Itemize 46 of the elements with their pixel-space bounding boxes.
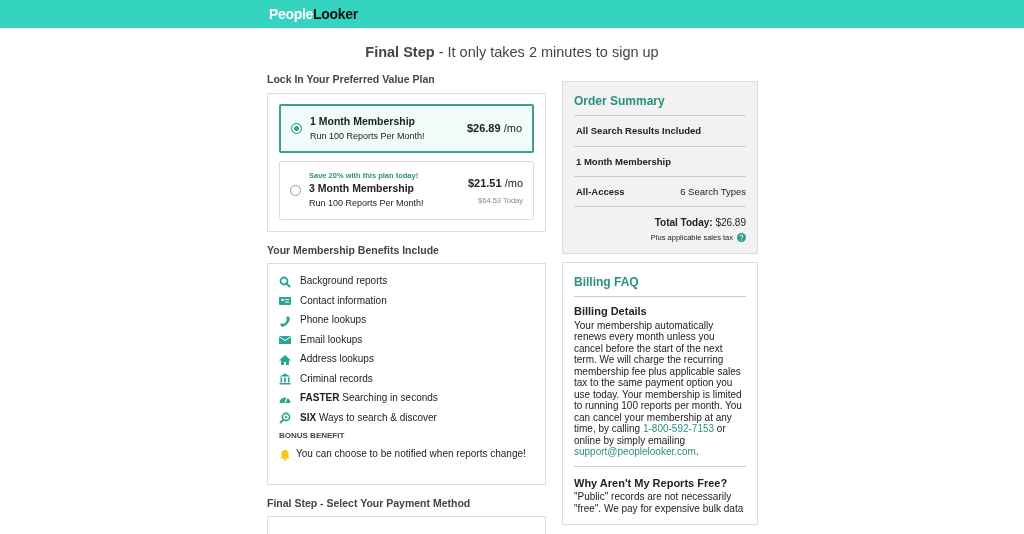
plan-option[interactable]: 1 Month Membership Run 100 Reports Per Month! $26.89 /mo: [279, 104, 534, 154]
benefit-text: Background reports: [300, 274, 388, 289]
bonus-label: BONUS BENEFIT: [279, 430, 346, 443]
summary-title: Order Summary: [574, 92, 746, 117]
benefit-text: Email lookups: [300, 332, 363, 347]
benefit-text: Contact information: [300, 293, 387, 308]
summary-value: 6 Search Types: [680, 184, 746, 199]
plan-subtitle: Run 100 Reports Per Month!: [310, 129, 426, 143]
logo[interactable]: PeopleLooker: [269, 3, 358, 25]
search-icon: [279, 275, 291, 288]
faq-answer: Your membership automatically renews every month unless you cancel before the start of the next term. We will charge the recurring membership fee plus applicable sales tax to the same payment option you use today. Your membership is limited to running 100 reports per month. You can cancel your membership at any time, by calling 1-800-592-7153 or online by simply emailing support@peoplelooker.com.: [574, 319, 743, 458]
envelope-icon: [279, 334, 291, 347]
help-icon[interactable]: [737, 233, 746, 243]
benefit-text: SIX Ways to search & discover: [300, 410, 437, 425]
section-heading: Your Membership Benefits Include: [267, 243, 440, 257]
summary-label: All-Access: [576, 184, 625, 199]
faq-question: Billing Details: [574, 304, 648, 320]
radio-button[interactable]: [291, 123, 302, 135]
plan-price: $21.51 /mo: [467, 175, 523, 191]
plan-subtitle: Run 100 Reports Per Month!: [309, 197, 425, 211]
benefit-text: Address lookups: [300, 352, 374, 367]
email-link[interactable]: support@peoplelooker.com: [574, 446, 696, 458]
bell-icon: [279, 448, 291, 461]
benefit-text: Phone lookups: [300, 313, 367, 328]
faq-title: Billing FAQ: [574, 273, 746, 298]
house-icon: [279, 353, 291, 366]
id-card-icon: [279, 295, 291, 308]
section-heading: Lock In Your Preferred Value Plan: [267, 73, 436, 86]
plan-title: 3 Month Membership: [309, 181, 415, 197]
magnifier-plus-icon: [279, 412, 291, 425]
building-icon: [279, 373, 291, 386]
radio-button[interactable]: [290, 185, 301, 196]
bonus-text: You can choose to be notified when reports change!: [296, 447, 526, 462]
summary-label: All Search Results Included: [576, 124, 702, 139]
plan-price: $26.89 /mo: [466, 121, 522, 137]
total-text: Total Today: $26.89: [653, 216, 746, 231]
page-title: Final Step - It only takes 2 minutes to sign up: [364, 44, 660, 62]
phone-icon: [279, 314, 291, 327]
section-heading: Final Step - Select Your Payment Method: [267, 496, 472, 510]
benefit-text: Criminal records: [300, 371, 373, 386]
benefit-text: FASTER Searching in seconds: [300, 391, 438, 406]
summary-label: 1 Month Membership: [576, 154, 671, 169]
faq-question: Why Aren't My Reports Free?: [574, 475, 729, 491]
faq-answer: "Public" records are not necessarily "free". We pay for expensive bulk data: [574, 491, 745, 515]
plan-title: 1 Month Membership: [310, 114, 416, 129]
phone-link[interactable]: 1-800-592-7153: [642, 423, 715, 435]
